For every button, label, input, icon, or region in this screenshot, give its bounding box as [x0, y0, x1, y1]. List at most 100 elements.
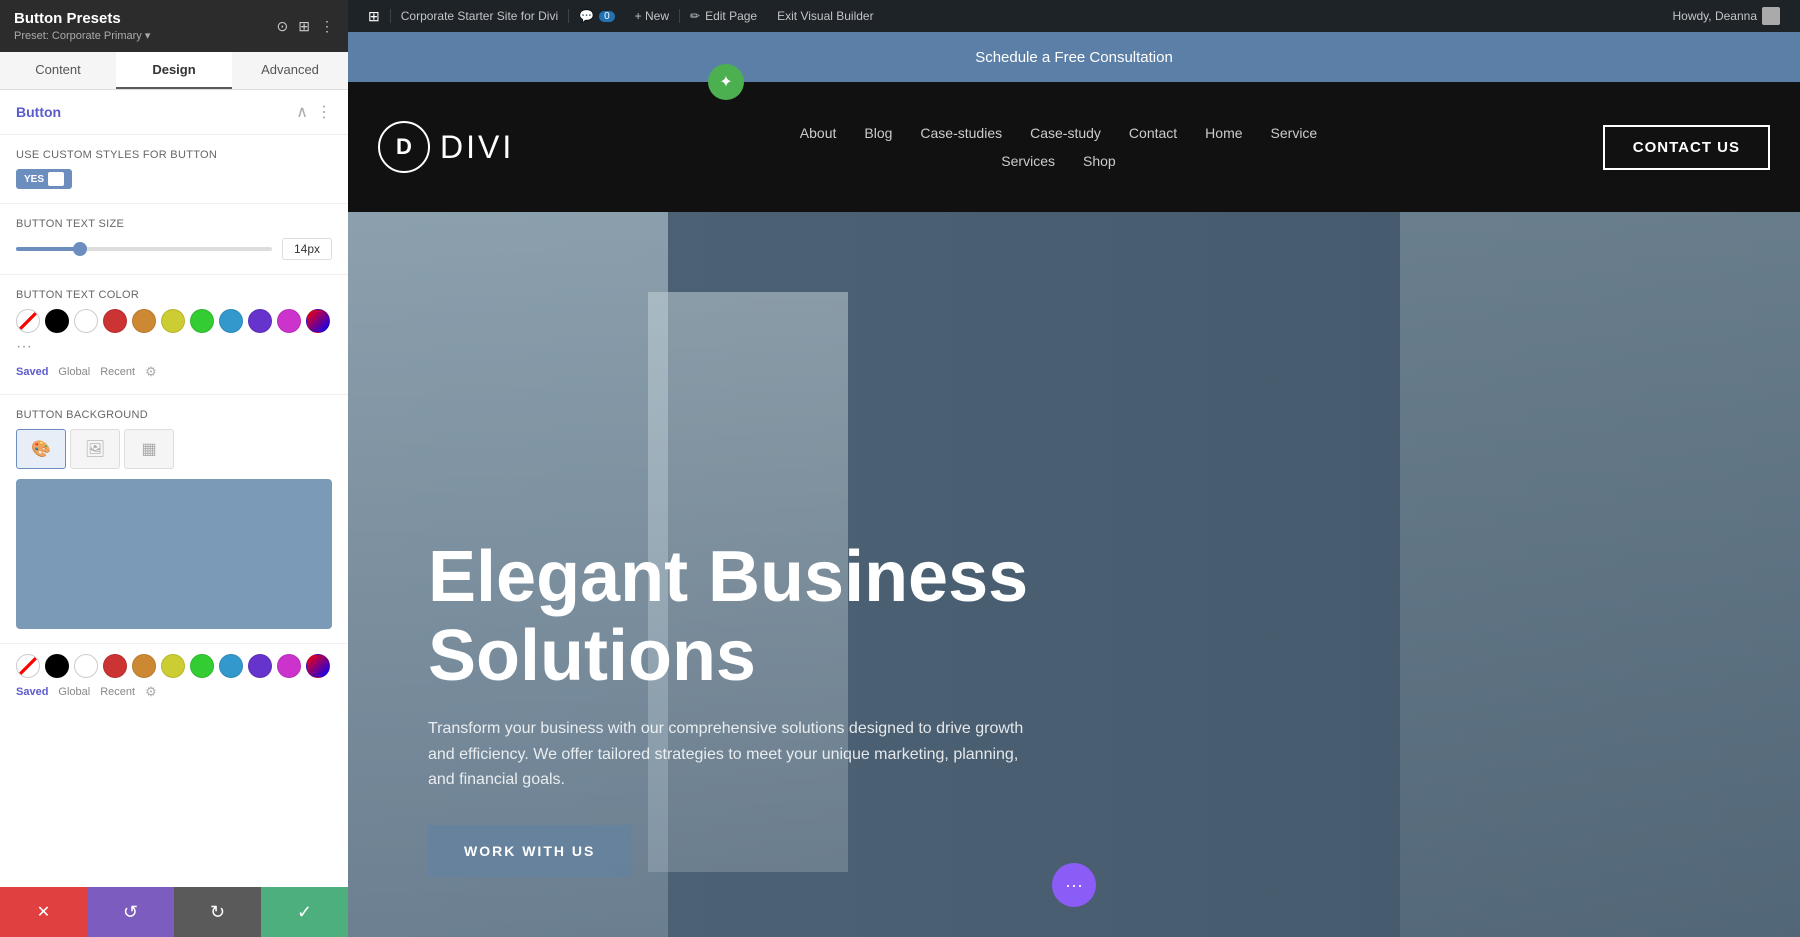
text-size-value[interactable]: 14px	[282, 238, 332, 260]
nav-blog[interactable]: Blog	[864, 125, 892, 141]
text-size-track[interactable]	[16, 247, 272, 251]
nav-services[interactable]: Services	[1001, 153, 1055, 169]
user-avatar	[1762, 7, 1780, 25]
bottom-swatch-transparent[interactable]	[16, 654, 40, 678]
bg-tabs: 🎨 🖼 ▦	[16, 429, 332, 469]
global-label[interactable]: Global	[58, 366, 90, 378]
panel-icon-grid[interactable]: ⊞	[298, 18, 310, 35]
confirm-button[interactable]: ✓	[261, 887, 348, 937]
edit-page-item[interactable]: ✏ Edit Page	[680, 0, 767, 32]
bottom-swatch-yellow[interactable]	[161, 654, 185, 678]
bg-pattern-icon: ▦	[141, 439, 156, 459]
bg-tab-image[interactable]: 🖼	[70, 429, 120, 469]
cancel-button[interactable]: ✕	[0, 887, 87, 937]
comment-icon: 💬	[579, 9, 594, 23]
swatch-indigo[interactable]	[248, 309, 272, 333]
nav-case-study[interactable]: Case-study	[1030, 125, 1101, 141]
tab-content[interactable]: Content	[0, 52, 116, 89]
swatch-more[interactable]: ···	[16, 338, 32, 356]
panel-subtitle[interactable]: Preset: Corporate Primary ▾	[14, 29, 150, 42]
bottom-swatch-red[interactable]	[103, 654, 127, 678]
bottom-gear-icon[interactable]: ⚙	[145, 684, 157, 700]
float-dot-button[interactable]: ···	[1052, 863, 1096, 907]
bottom-swatch-white[interactable]	[74, 654, 98, 678]
bottom-swatch-indigo[interactable]	[248, 654, 272, 678]
section-title: Button	[16, 104, 61, 120]
button-text-size-field: Button Text Size 14px	[0, 204, 348, 275]
nav-service[interactable]: Service	[1271, 125, 1318, 141]
site-name-item[interactable]: Corporate Starter Site for Divi	[391, 0, 568, 32]
swatch-yellow[interactable]	[161, 309, 185, 333]
hero-content: Elegant Business Solutions Transform you…	[428, 538, 1128, 877]
toggle-row: YES	[16, 169, 332, 189]
bottom-swatch-green[interactable]	[190, 654, 214, 678]
divi-circle-button[interactable]: ✦	[708, 64, 744, 100]
bottom-swatch-violet[interactable]	[277, 654, 301, 678]
bg-tab-solid[interactable]: 🎨	[16, 429, 66, 469]
color-swatches-top: ···	[16, 309, 332, 356]
tab-advanced[interactable]: Advanced	[232, 52, 348, 89]
saved-label[interactable]: Saved	[16, 366, 48, 378]
hero-title: Elegant Business Solutions	[428, 538, 1128, 696]
nav-case-studies[interactable]: Case-studies	[920, 125, 1002, 141]
nav-contact[interactable]: Contact	[1129, 125, 1177, 141]
nav-shop[interactable]: Shop	[1083, 153, 1116, 169]
redo-button[interactable]: ↻	[174, 887, 261, 937]
new-label: + New	[635, 9, 669, 23]
wp-right-area: Howdy, Deanna	[1663, 0, 1791, 32]
bottom-recent-label[interactable]: Recent	[100, 686, 135, 698]
custom-styles-toggle[interactable]: YES	[16, 169, 72, 189]
nav-home[interactable]: Home	[1205, 125, 1242, 141]
slider-thumb[interactable]	[73, 242, 87, 256]
swatch-black[interactable]	[45, 309, 69, 333]
hero-cta-button[interactable]: WORK WITH US	[428, 825, 631, 877]
exit-builder-item[interactable]: Exit Visual Builder	[767, 0, 884, 32]
tab-design[interactable]: Design	[116, 52, 232, 89]
color-gear-icon[interactable]: ⚙	[145, 364, 157, 380]
hero-section: Elegant Business Solutions Transform you…	[348, 212, 1800, 937]
bottom-saved-label[interactable]: Saved	[16, 686, 48, 698]
bottom-color-row: Saved Global Recent ⚙	[0, 644, 348, 710]
color-footer-top: Saved Global Recent ⚙	[16, 364, 332, 380]
recent-label[interactable]: Recent	[100, 366, 135, 378]
panel-title: Button Presets	[14, 10, 150, 27]
comments-item[interactable]: 💬 0	[569, 0, 625, 32]
swatch-green[interactable]	[190, 309, 214, 333]
bottom-swatch-blue[interactable]	[219, 654, 243, 678]
panel-icon-settings[interactable]: ⊙	[277, 18, 289, 35]
panel-header: Button Presets Preset: Corporate Primary…	[0, 0, 348, 52]
swatch-white[interactable]	[74, 309, 98, 333]
swatch-violet[interactable]	[277, 309, 301, 333]
undo-button[interactable]: ↺	[87, 887, 174, 937]
site-nav: About Blog Case-studies Case-study Conta…	[800, 125, 1317, 169]
cancel-icon: ✕	[37, 902, 50, 922]
section-more-icon[interactable]: ⋮	[316, 102, 332, 122]
swatch-orange[interactable]	[132, 309, 156, 333]
bottom-toolbar: ✕ ↺ ↻ ✓	[0, 887, 348, 937]
new-item[interactable]: + New	[625, 0, 679, 32]
logo-letter: D	[396, 134, 412, 160]
swatch-red[interactable]	[103, 309, 127, 333]
text-size-label: Button Text Size	[16, 218, 332, 230]
bottom-swatch-gradient[interactable]	[306, 654, 330, 678]
contact-button[interactable]: CONTACT US	[1603, 125, 1770, 170]
bottom-swatch-black[interactable]	[45, 654, 69, 678]
swatch-blue[interactable]	[219, 309, 243, 333]
site-name-label: Corporate Starter Site for Divi	[401, 9, 558, 23]
bottom-swatches	[16, 654, 332, 678]
howdy-item[interactable]: Howdy, Deanna	[1663, 0, 1791, 32]
wp-logo-item[interactable]: ⊞	[358, 0, 390, 32]
text-color-label: Button Text Color	[16, 289, 332, 301]
swatch-transparent[interactable]	[16, 309, 40, 333]
bottom-swatch-orange[interactable]	[132, 654, 156, 678]
collapse-icon[interactable]: ∧	[296, 102, 308, 122]
logo-text: DIVI	[440, 129, 514, 166]
nav-about[interactable]: About	[800, 125, 837, 141]
panel-icon-more[interactable]: ⋮	[320, 18, 334, 35]
hero-description: Transform your business with our compreh…	[428, 716, 1028, 793]
confirm-icon: ✓	[297, 902, 312, 923]
divi-circle-icon: ✦	[719, 72, 732, 92]
bottom-global-label[interactable]: Global	[58, 686, 90, 698]
bg-tab-pattern[interactable]: ▦	[124, 429, 174, 469]
swatch-gradient[interactable]	[306, 309, 330, 333]
